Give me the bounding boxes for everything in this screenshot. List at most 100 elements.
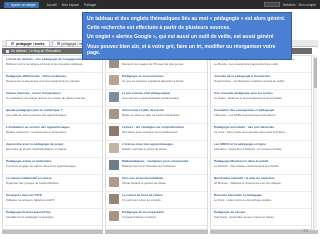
item-text: Un professeur de collège raconte son ann…	[6, 95, 86, 100]
thumbnail-image[interactable]	[109, 75, 119, 85]
callout-line: Un tableau et des onglets thématiques li…	[87, 16, 286, 22]
item-text: Comment engager les élèves dans leurs ap…	[6, 163, 77, 168]
list-item[interactable]: Enseigner avec les TICE Tableaux numériqu…	[3, 192, 102, 209]
item-text: Découvrir les usages du TNI avec les plu…	[122, 61, 184, 66]
page-number: 15	[303, 228, 309, 233]
list-item[interactable]: Pédagogie Montessori dans le public Le Pa…	[211, 158, 311, 175]
top-nav: Accueil Mon espace Partager	[47, 3, 97, 7]
list-item[interactable]: Mathématiques : manipuler pour comprendr…	[106, 158, 207, 175]
list-item[interactable]: Quelle pédagogie pour le numérique ? Les …	[3, 107, 102, 124]
list-item[interactable]: Pédagogie innovante : des prix décernés L…	[211, 124, 311, 141]
add-widget-button[interactable]: + Ajouter un widget	[4, 1, 39, 8]
list-item[interactable]: Apprendre avec la pédagogie de projet Exe…	[3, 141, 102, 158]
item-text: Organiser des groupes de travail efficac…	[6, 180, 60, 185]
search-input[interactable]	[264, 2, 281, 7]
nav-link[interactable]: Partager	[84, 3, 96, 7]
callout-line: Un onglet « alertes Google », qui est au…	[87, 34, 274, 41]
item-text: Climat scolaire et gestion de classe.	[122, 180, 167, 185]
annotation-callout: Un tableau et des onglets thématiques li…	[82, 12, 292, 60]
list-item[interactable]: L'oral au cœur des apprentissages Débats,…	[106, 141, 207, 158]
list-item[interactable]: Pédagogie de l'erreur Sud Ouest - Apprend…	[211, 209, 311, 226]
thumbnail-image[interactable]	[109, 177, 119, 187]
item-text: Conseils d'élèves et tutorat.	[122, 214, 157, 219]
widget-footer[interactable]	[210, 230, 318, 234]
item-text: Le Monde - Les enseignants s'approprient…	[214, 61, 279, 66]
list-item[interactable]: Formation des enseignants et pédagogie L'…	[211, 107, 311, 124]
item-text: Sud Ouest - Apprendre de ses erreurs en …	[214, 214, 275, 219]
item-text: Libération - Apprendre à distance, un no…	[214, 146, 283, 151]
list-item[interactable]: Journée de la pédagogie à l'université Ou…	[211, 73, 311, 90]
item-text: Le Point - Lutter contre le décrochage s…	[214, 197, 272, 202]
list-item[interactable]: Pédagogie Freinet aujourd'hui Actualité d…	[3, 209, 102, 226]
item-text: Réflexion sur le numérique à l'école et …	[6, 61, 84, 66]
list-item[interactable]: Réussite éducative et pédagogie Le Point …	[211, 192, 311, 209]
list-item[interactable]: Pédagogie et neurosciences Ce que les sci…	[106, 73, 207, 90]
column-title: Un tableau - Le blog de l'Éducation	[11, 49, 61, 53]
thumbnail-image[interactable]	[109, 194, 119, 204]
item-text: 20 Minutes - Tablettes et ressources pou…	[214, 180, 282, 185]
item-text: Un outil pour suivre les progrès.	[122, 197, 162, 202]
list-item[interactable]: Une nouvelle pédagogie pour les lycées Le…	[211, 90, 311, 107]
bottom-widget-bar	[2, 230, 318, 234]
item-text: Les outils du web au service des apprent…	[6, 112, 67, 117]
item-text: Exemples de projets interdisciplinaires …	[6, 146, 67, 151]
item-text: Des pistes pour enseigner la compréhensi…	[122, 129, 179, 134]
scrollbar[interactable]	[313, 55, 317, 230]
thumbnail-image[interactable]	[109, 109, 119, 119]
item-text: Matériel concret et résolution de problè…	[122, 163, 177, 168]
thumbnail-image[interactable]	[109, 143, 119, 153]
item-text: Jeux sérieux et apprentissages fondament…	[122, 95, 180, 100]
nav-link[interactable]: Accueil	[47, 3, 57, 7]
item-text: Le Figaro - Réforme et accompagnement pe…	[214, 95, 283, 100]
callout-line: Vous pouvez bien sûr, et à votre gré, fa…	[87, 43, 276, 56]
nav-link[interactable]: Mon espace	[62, 3, 79, 7]
account-area: Netvibes Mon compte	[264, 2, 316, 7]
brand-label: Netvibes	[283, 2, 296, 7]
list-item[interactable]: Autonomie et plan de travail Mettre en pl…	[106, 107, 207, 124]
account-link[interactable]: Mon compte	[298, 3, 316, 7]
list-item[interactable]: Pédagogie de la coopération Conseils d'él…	[106, 209, 207, 226]
item-text: Ouest-France - Conférences et ateliers o…	[214, 78, 286, 83]
slide: + Ajouter un widget Accueil Mon espace P…	[0, 0, 320, 240]
thumbnail-image[interactable]	[109, 211, 119, 221]
tab-label: pédagogie / écoles	[16, 41, 45, 46]
rss-icon	[6, 49, 9, 53]
list-item[interactable]: L'évaluation au service des apprentissag…	[3, 124, 102, 141]
item-text: Évaluer autrement : compétences et progr…	[6, 129, 68, 134]
item-text: L'Express - Les ESPE repensent leurs for…	[214, 112, 277, 117]
list-item[interactable]: Numérique éducatif : le plan du ministèr…	[211, 175, 311, 192]
thumbnail-image[interactable]	[109, 160, 119, 170]
item-text: Mettre en place un plan de travail indiv…	[122, 112, 181, 117]
list-item[interactable]: Lecture : les stratégies de compréhensio…	[106, 124, 207, 141]
add-widget-label: Ajouter un widget	[10, 2, 36, 7]
feed-column-3: Pédagogie : « Quand le numérique transfo…	[210, 55, 312, 230]
widget-footer[interactable]	[2, 230, 103, 234]
list-item[interactable]: Classe inversée : retour d'expérience Un …	[3, 90, 102, 107]
thumbnail-image[interactable]	[109, 92, 119, 102]
list-item[interactable]: Pédagogie différenciée : fiches pratique…	[3, 73, 102, 90]
app-bar: + Ajouter un widget Accueil Mon espace P…	[0, 0, 320, 9]
item-text: Ce que les sciences cognitives apportent…	[122, 78, 185, 83]
list-item[interactable]: Le carnet de bord de l'élève Un outil pou…	[106, 192, 207, 209]
thumbnail-image[interactable]	[109, 126, 119, 136]
list-item[interactable]: Le travail collaboratif en classe Organis…	[3, 175, 102, 192]
item-text: Tableaux numériques, tablettes et ENT.	[6, 197, 55, 202]
scrollbar-thumb[interactable]	[314, 58, 317, 88]
list-item[interactable]: Les MOOC et la pédagogie en ligne Libérat…	[211, 141, 311, 158]
tab-icon	[56, 42, 60, 45]
callout-line: Cette recherche est effectuée à partir d…	[87, 25, 231, 32]
widget-footer[interactable]	[105, 230, 208, 234]
list-item[interactable]: Le jeu comme outil pédagogique Jeux série…	[106, 90, 207, 107]
item-text: Débats, exposés et prises de parole.	[122, 146, 168, 151]
plus-icon: +	[7, 2, 9, 7]
item-text: Actualité d'une pédagogie coopérative.	[6, 214, 55, 219]
item-text: La Croix - Des projets récompensés dans …	[214, 129, 286, 134]
item-text: Ressources et séquences pour les enseign…	[6, 78, 81, 83]
feed-column-2: Le tableau numérique interactif en mater…	[105, 55, 208, 230]
item-text: Le Parisien - Des classes expérimentent …	[214, 163, 280, 168]
list-item[interactable]: Vers une école bienveillante Climat scola…	[106, 175, 207, 192]
tab-icon	[11, 42, 14, 45]
tab-pedagogie-ecoles[interactable]: pédagogie / écoles	[6, 40, 50, 46]
list-item[interactable]: Pédagogie active et motivation Comment en…	[3, 158, 102, 175]
feed-column-1: L'école de demain : une pédagogie de l'e…	[2, 55, 103, 230]
